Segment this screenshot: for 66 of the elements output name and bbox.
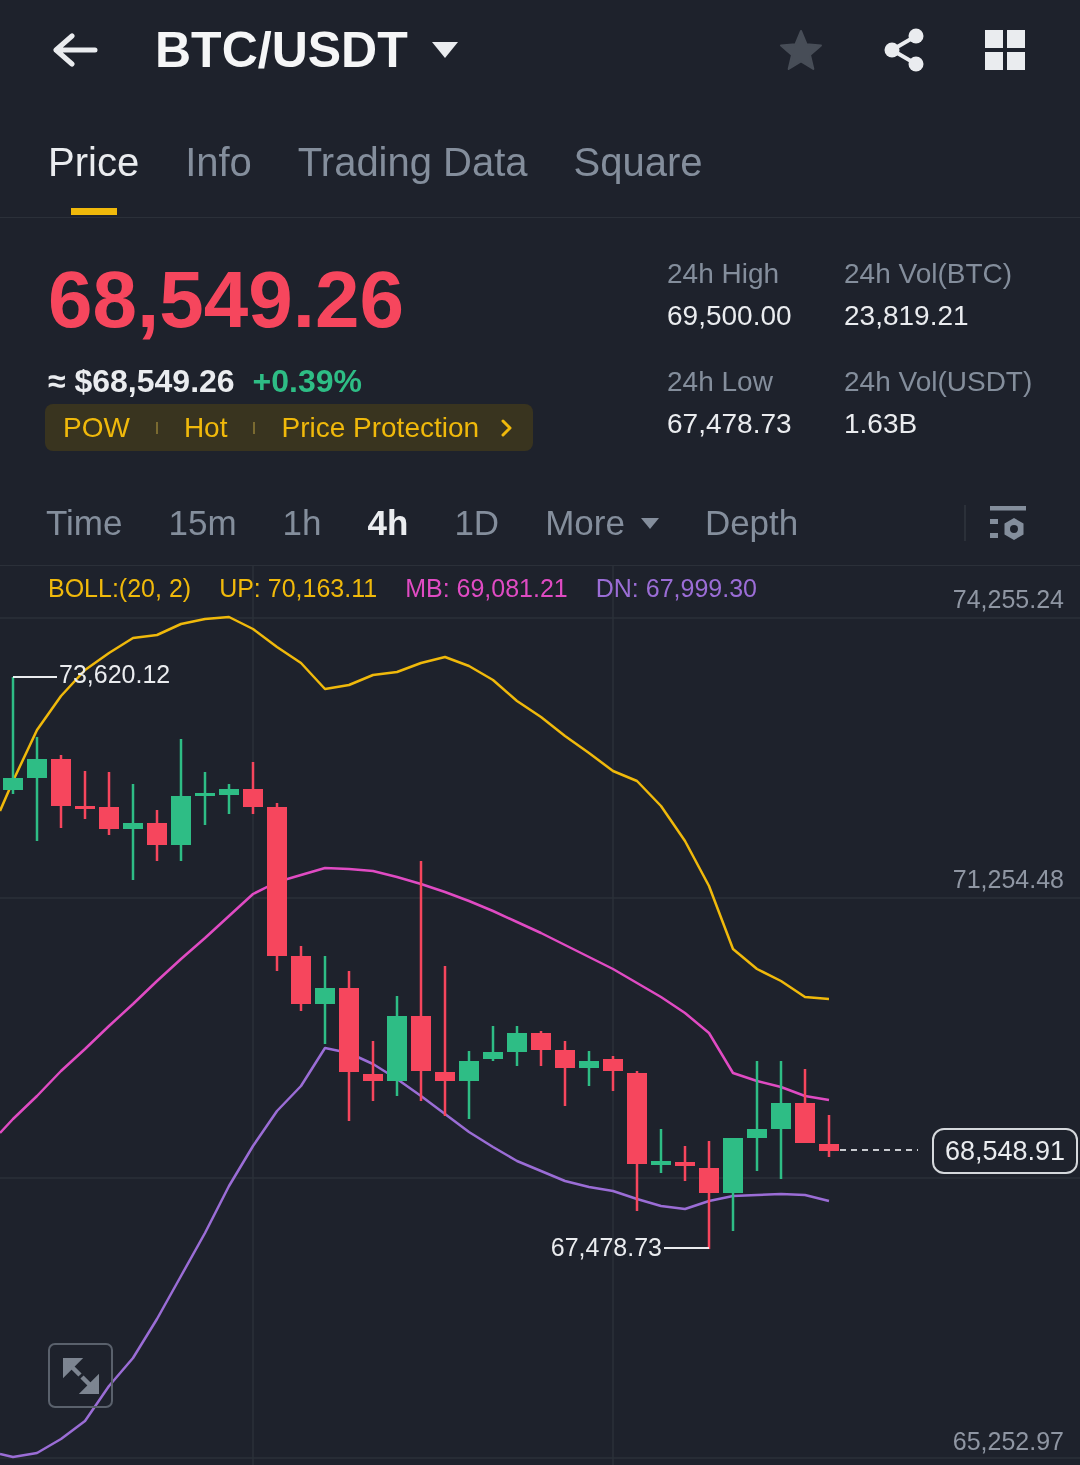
- leader-line: [12, 676, 58, 678]
- interval-menu[interactable]: More: [545, 501, 659, 545]
- interval-tab[interactable]: Time: [46, 501, 123, 545]
- stat-value: 23,819.21: [844, 299, 970, 333]
- fiat-price: ≈ $68,549.26: [48, 362, 235, 401]
- candlestick: [363, 1041, 383, 1101]
- caret-down-icon: [431, 42, 458, 58]
- expand-button[interactable]: [48, 1343, 113, 1408]
- stat-value: 1.63B: [844, 407, 919, 441]
- axis-label: 65,252.97: [952, 1427, 1064, 1455]
- band-value-label: MB: 69,081.21: [405, 573, 568, 603]
- tag-label: Hot: [183, 410, 228, 445]
- candlestick: [603, 1056, 623, 1091]
- interval-tab[interactable]: 15m: [168, 501, 237, 545]
- candlestick: [147, 810, 167, 861]
- grid-icon[interactable]: [985, 30, 1025, 70]
- candlestick: [291, 946, 311, 1011]
- indicator-label: BOLL:(20, 2): [48, 573, 192, 603]
- star-icon[interactable]: [779, 29, 823, 71]
- tab[interactable]: Info: [185, 100, 252, 215]
- candlestick: [483, 1026, 503, 1061]
- price-change: +0.39%: [252, 362, 363, 401]
- candlestick: [675, 1146, 695, 1181]
- interval-tab[interactable]: Depth: [704, 501, 799, 545]
- candlestick: [555, 1041, 575, 1106]
- stat-label: 24h Vol(BTC): [844, 257, 1014, 291]
- candlestick: [579, 1051, 599, 1086]
- candlestick: [819, 1115, 839, 1157]
- candlestick: [75, 771, 95, 819]
- stat-label: 24h Vol(USDT): [844, 365, 1033, 399]
- interval-tab[interactable]: 1D: [454, 501, 500, 545]
- tag-bar[interactable]: POW Hot Price Protection: [45, 404, 534, 451]
- stat-value: 69,500.00: [667, 299, 793, 333]
- caret-down-icon: [640, 517, 659, 529]
- last-price: 68,549.26: [48, 259, 405, 341]
- candlestick: [507, 1026, 527, 1066]
- tab[interactable]: Trading Data: [297, 100, 528, 215]
- interval-tab[interactable]: 1h: [282, 501, 322, 545]
- tab[interactable]: Square: [573, 100, 703, 215]
- back-arrow-icon[interactable]: [52, 33, 98, 67]
- stat-value: 67,478.73: [667, 407, 793, 441]
- tag-label: Price Protection: [281, 410, 480, 445]
- candlestick: [219, 784, 239, 814]
- candlestick: [195, 772, 215, 825]
- tag-label: POW: [63, 410, 130, 445]
- band-value-label: UP: 70,163.11: [219, 573, 378, 603]
- chevron-right-icon: [501, 418, 514, 437]
- band-value-label: DN: 67,999.30: [595, 573, 757, 603]
- axis-label: 71,254.48: [952, 865, 1064, 893]
- candlestick: [99, 772, 119, 835]
- settings-icon[interactable]: [990, 506, 1026, 540]
- axis-label: 74,255.24: [952, 585, 1064, 613]
- stat-label: 24h Low: [667, 365, 774, 399]
- low-price-label: 67,478.73: [550, 1233, 662, 1261]
- candlestick: [651, 1129, 671, 1173]
- candlestick: [243, 762, 263, 814]
- current-price-label: 68,548.91: [932, 1128, 1078, 1174]
- interval-tab[interactable]: 4h: [367, 501, 409, 545]
- candlestick: [459, 1051, 479, 1119]
- pair-selector[interactable]: BTC/USDT: [155, 20, 458, 80]
- candlestick: [531, 1031, 551, 1066]
- share-icon[interactable]: [883, 28, 925, 72]
- stat-label: 24h High: [667, 257, 781, 291]
- expand-icon: [62, 1357, 99, 1394]
- tab[interactable]: Price: [48, 100, 140, 215]
- leader-line: [663, 1247, 710, 1249]
